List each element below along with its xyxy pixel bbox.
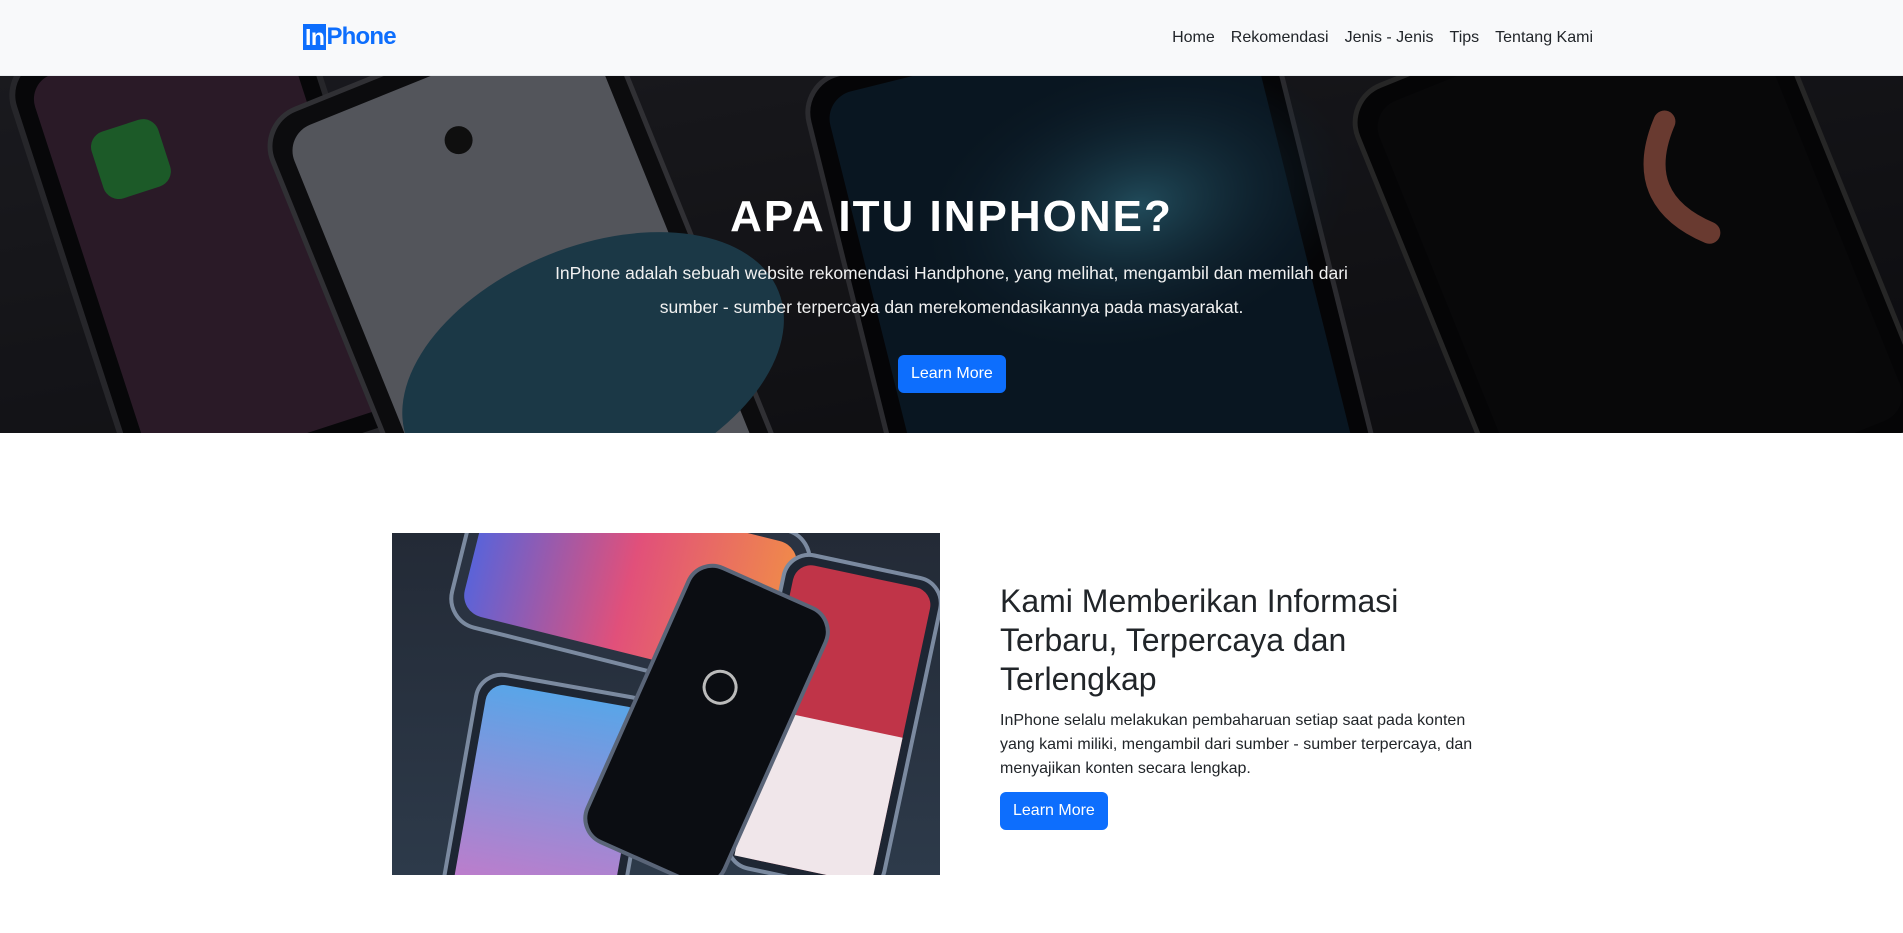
nav-links: Home Rekomendasi Jenis - Jenis Tips Tent… — [1164, 26, 1593, 50]
feature-phones-image — [392, 533, 940, 875]
nav-link-rekomendasi[interactable]: Rekomendasi — [1223, 26, 1337, 50]
feature-title: Kami Memberikan Informasi Terbaru, Terpe… — [1000, 583, 1399, 697]
nav-link-tentang-kami[interactable]: Tentang Kami — [1487, 26, 1593, 50]
hero-section: APA ITU INPHONE? InPhone adalah sebuah w… — [0, 76, 1903, 433]
brand-logo-phone: Phone — [326, 23, 396, 50]
hero-description: InPhone adalah sebuah website rekomendas… — [555, 263, 1348, 317]
feature-learn-more-button[interactable]: Learn More — [1000, 792, 1108, 830]
feature-text-block: Kami Memberikan Informasi Terbaru, Terpe… — [1000, 582, 1490, 781]
brand-logo-in: In — [303, 24, 327, 50]
hero-learn-more-button[interactable]: Learn More — [898, 355, 1006, 393]
hero-title: APA ITU INPHONE? — [730, 192, 1173, 241]
nav-link-tips[interactable]: Tips — [1442, 26, 1488, 50]
feature-description: InPhone selalu melakukan pembaharuan set… — [1000, 712, 1473, 777]
nav-link-home[interactable]: Home — [1164, 26, 1223, 50]
navbar: In Phone Home Rekomendasi Jenis - Jenis T… — [0, 0, 1903, 76]
nav-link-jenis[interactable]: Jenis - Jenis — [1337, 26, 1442, 50]
brand-logo[interactable]: In Phone — [303, 23, 397, 50]
